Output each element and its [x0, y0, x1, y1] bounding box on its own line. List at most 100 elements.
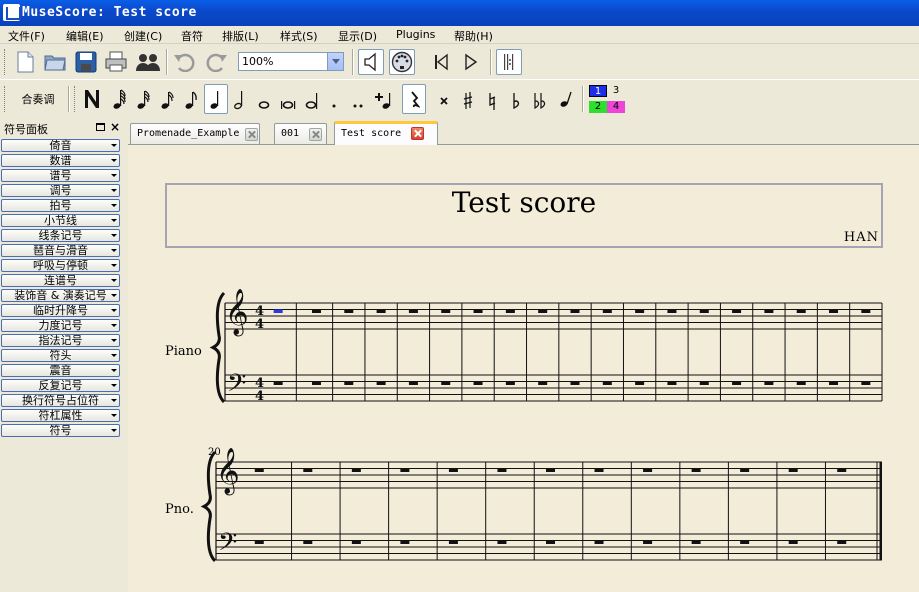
whole-rest	[602, 309, 612, 313]
whole-rest	[505, 381, 515, 385]
64th-note-icon	[113, 89, 126, 109]
toolbar-separator	[490, 49, 492, 75]
palette-item[interactable]: 琶音与滑音	[1, 244, 120, 257]
tie-button[interactable]	[372, 84, 396, 114]
whole-rest	[505, 309, 515, 313]
menu-display[interactable]: 显示(D)	[338, 28, 377, 44]
score-notation[interactable]: 𝄞𝄢4444𝄞𝄢	[128, 145, 919, 592]
palette-item[interactable]: 调号	[1, 184, 120, 197]
whole-rest	[740, 540, 750, 544]
palette-item[interactable]: 符头	[1, 349, 120, 362]
flip-stem-button[interactable]	[554, 84, 578, 114]
rewind-button[interactable]	[428, 49, 454, 75]
zoom-select[interactable]: 100%	[238, 52, 344, 71]
close-icon[interactable]: ×	[110, 120, 120, 134]
palette-item[interactable]: 装饰音 & 演奏记号	[1, 289, 120, 302]
toolbar-grip[interactable]	[4, 49, 7, 75]
flat-button[interactable]	[504, 84, 528, 114]
menu-notes[interactable]: 音符	[181, 28, 203, 44]
score-canvas[interactable]: Test score HAN Piano Pno. 20 𝄞 𝄢 4 4 4 4 𝄞 𝄢	[128, 145, 919, 592]
whole-rest	[732, 309, 742, 313]
rest-button[interactable]	[402, 84, 426, 114]
menu-plugins[interactable]: Plugins	[396, 28, 435, 41]
longa-note-icon	[305, 93, 318, 109]
concert-pitch-button[interactable]: 合奏调	[10, 90, 66, 110]
toolbar-grip[interactable]	[4, 86, 7, 112]
palette-item[interactable]: 呼吸与停顿	[1, 259, 120, 272]
note-input-mode-button[interactable]	[80, 84, 104, 114]
duration-half-button[interactable]	[228, 84, 252, 114]
undo-button[interactable]	[172, 49, 198, 75]
repeat-toggle[interactable]	[496, 49, 522, 75]
palette-item[interactable]: 数谱	[1, 154, 120, 167]
zoom-value: 100%	[242, 55, 274, 68]
natural-button[interactable]	[480, 84, 504, 114]
close-tab-icon[interactable]	[309, 128, 322, 141]
palette-item[interactable]: 线条记号	[1, 229, 120, 242]
voice-4-button[interactable]: 4	[607, 101, 625, 113]
palette-item[interactable]: 符号	[1, 424, 120, 437]
duration-quarter-button[interactable]	[204, 84, 228, 114]
play-icon	[465, 53, 478, 71]
whole-rest	[400, 468, 410, 472]
bass-clef: 𝄢	[218, 528, 237, 563]
float-panel-icon[interactable]	[96, 123, 105, 131]
play-button[interactable]	[458, 49, 484, 75]
voice-2-button[interactable]: 2	[589, 101, 607, 113]
sharp-button[interactable]	[456, 84, 480, 114]
save-file-button[interactable]	[73, 49, 99, 75]
palette-item[interactable]: 小节线	[1, 214, 120, 227]
play-sound-toggle[interactable]	[358, 49, 384, 75]
duration-longa-button[interactable]	[300, 84, 324, 114]
tab-001[interactable]: 001	[274, 123, 327, 144]
palette-item[interactable]: 拍号	[1, 199, 120, 212]
double-sharp-button[interactable]	[432, 84, 456, 114]
menu-layout[interactable]: 排版(L)	[222, 28, 259, 44]
brace	[200, 450, 217, 563]
menu-file[interactable]: 文件(F)	[8, 28, 45, 44]
toolbar-grip[interactable]	[74, 86, 77, 112]
redo-button[interactable]	[203, 49, 229, 75]
palette-item[interactable]: 换行符号占位符	[1, 394, 120, 407]
duration-16th-button[interactable]	[156, 84, 180, 114]
menu-style[interactable]: 样式(S)	[280, 28, 318, 44]
duration-whole-button[interactable]	[252, 84, 276, 114]
chevron-down-icon[interactable]	[327, 53, 343, 70]
palette-item[interactable]: 震音	[1, 364, 120, 377]
menu-help[interactable]: 帮助(H)	[454, 28, 493, 44]
duration-64th-button[interactable]	[108, 84, 132, 114]
new-file-button[interactable]	[12, 49, 38, 75]
open-file-button[interactable]	[42, 49, 68, 75]
duration-breve-button[interactable]	[276, 84, 300, 114]
palette-item[interactable]: 力度记号	[1, 319, 120, 332]
whole-rest	[829, 309, 839, 313]
palette-item[interactable]: 反复记号	[1, 379, 120, 392]
whole-rest	[448, 468, 458, 472]
tab-test-score[interactable]: Test score	[334, 121, 438, 145]
duration-32nd-button[interactable]	[132, 84, 156, 114]
speaker-icon	[364, 52, 376, 72]
double-flat-button[interactable]	[528, 84, 552, 114]
menu-edit[interactable]: 编辑(E)	[66, 28, 104, 44]
32nd-note-icon	[137, 90, 150, 109]
close-tab-icon[interactable]	[411, 127, 424, 140]
instruments-button[interactable]	[135, 49, 161, 75]
palette-item[interactable]: 谱号	[1, 169, 120, 182]
palette-item[interactable]: 指法记号	[1, 334, 120, 347]
dot-button[interactable]	[322, 84, 346, 114]
palette-item[interactable]: 倚音	[1, 139, 120, 152]
whole-rest	[351, 468, 361, 472]
close-tab-icon[interactable]	[245, 128, 258, 141]
sharp-icon	[463, 92, 473, 109]
menu-create[interactable]: 创建(C)	[124, 28, 162, 44]
print-button[interactable]	[103, 49, 129, 75]
voice-3-button[interactable]: 3	[607, 85, 625, 97]
duration-eighth-button[interactable]	[180, 84, 204, 114]
voice-1-button[interactable]: 1	[589, 85, 607, 97]
double-dot-button[interactable]	[346, 84, 370, 114]
palette-item[interactable]: 临时升降号	[1, 304, 120, 317]
palette-item[interactable]: 符杠属性	[1, 409, 120, 422]
palette-item[interactable]: 连谱号	[1, 274, 120, 287]
midi-input-toggle[interactable]	[389, 49, 415, 75]
tab-promenade-example[interactable]: Promenade_Example	[130, 123, 260, 144]
